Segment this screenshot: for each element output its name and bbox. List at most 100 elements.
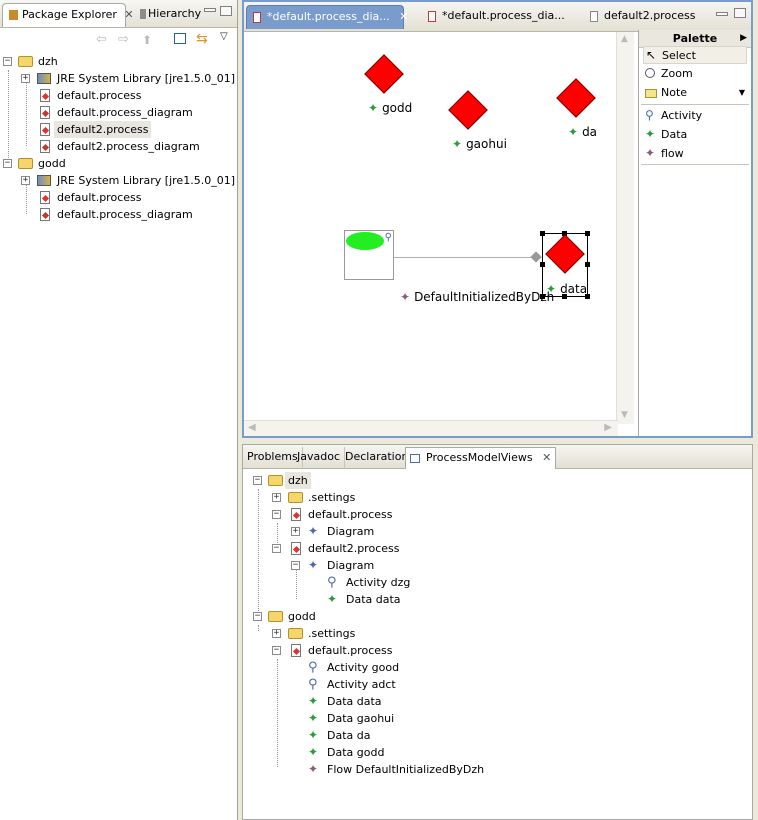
- collapse-icon[interactable]: −: [272, 646, 281, 655]
- collapse-icon[interactable]: −: [253, 612, 262, 621]
- data-node-label[interactable]: ✦ gaohui: [452, 137, 507, 151]
- tree-item-file[interactable]: − default2.process: [251, 540, 731, 557]
- editor-tabbar: *default.process_dia... ✕ *default.proce…: [244, 2, 751, 32]
- minimize-button[interactable]: [716, 12, 728, 16]
- note-icon: [645, 89, 657, 98]
- palette-activity-tool[interactable]: ⚲ Activity: [643, 107, 747, 125]
- data-icon: ✦: [452, 137, 463, 151]
- expand-icon[interactable]: +: [21, 176, 30, 185]
- library-icon: [37, 175, 51, 186]
- link-editor-icon[interactable]: ⇆: [196, 31, 208, 47]
- zoom-icon: [645, 68, 655, 78]
- palette-data-tool[interactable]: ✦ Data: [643, 126, 747, 144]
- tree-item-file[interactable]: − default.process: [251, 642, 731, 659]
- tab-hierarchy[interactable]: Hierarchy: [134, 3, 207, 27]
- tree-item-jre-library[interactable]: + JRE System Library [jre1.5.0_01]: [2, 70, 235, 87]
- close-icon[interactable]: ✕: [399, 10, 408, 23]
- forward-icon[interactable]: ⇨: [118, 32, 129, 47]
- collapse-all-icon[interactable]: [174, 33, 186, 44]
- close-icon[interactable]: ✕: [542, 451, 551, 464]
- tree-item-file[interactable]: − default.process: [251, 506, 731, 523]
- palette-flow-tool[interactable]: ✦ flow: [643, 145, 747, 163]
- tree-item-diagram[interactable]: + ✦ Diagram: [251, 523, 731, 540]
- tree-item-data[interactable]: ✦ Data godd: [251, 744, 731, 761]
- process-file-icon: [291, 508, 301, 521]
- vertical-scrollbar[interactable]: ▲ ▼: [616, 32, 634, 424]
- folder-icon: [288, 628, 303, 639]
- data-icon: ✦: [308, 711, 319, 725]
- data-node-diamond[interactable]: [448, 90, 488, 130]
- activity-node[interactable]: ⚲: [344, 230, 394, 280]
- tree-item-folder[interactable]: + .settings: [251, 625, 731, 642]
- collapse-icon[interactable]: −: [253, 476, 262, 485]
- tree-item-data[interactable]: ✦ Data gaohui: [251, 710, 731, 727]
- hierarchy-icon: [140, 9, 146, 19]
- tree-item-activity[interactable]: ⚲ Activity dzg: [251, 574, 731, 591]
- expand-icon[interactable]: +: [291, 527, 300, 536]
- flow-connection[interactable]: [394, 257, 540, 258]
- view-menu-icon[interactable]: ▽: [220, 31, 228, 42]
- flow-label[interactable]: ✦ DefaultInitializedByDzh: [400, 290, 554, 304]
- close-icon[interactable]: ✕: [124, 8, 133, 21]
- data-node-diamond[interactable]: [364, 54, 404, 94]
- editor-tab[interactable]: default2.process: [584, 5, 701, 29]
- collapse-icon[interactable]: −: [3, 57, 12, 66]
- maximize-button[interactable]: [220, 6, 232, 16]
- project-icon: [268, 611, 283, 622]
- editor-tab[interactable]: *default.process_dia...: [422, 5, 571, 29]
- expand-icon[interactable]: +: [272, 493, 281, 502]
- tab-declaration[interactable]: Declaration: [341, 447, 414, 469]
- tree-item-data[interactable]: ✦ Data data: [251, 693, 731, 710]
- tree-item-folder[interactable]: + .settings: [251, 489, 731, 506]
- view-icon: [410, 453, 420, 463]
- dropdown-icon[interactable]: ▼: [739, 84, 745, 102]
- tab-javadoc[interactable]: Javadoc: [293, 447, 345, 469]
- minimize-button[interactable]: [204, 8, 216, 12]
- maximize-button[interactable]: [734, 8, 746, 18]
- data-node-label[interactable]: ✦ da: [568, 125, 597, 139]
- tree-item-flow[interactable]: ✦ Flow DefaultInitializedByDzh: [251, 761, 731, 778]
- collapse-icon[interactable]: −: [291, 561, 300, 570]
- tree-item-activity[interactable]: ⚲ Activity good: [251, 659, 731, 676]
- tree-item-file[interactable]: default.process_diagram: [2, 104, 232, 121]
- tree-item-project-dzh[interactable]: − dzh: [2, 53, 232, 70]
- palette-note-tool[interactable]: Note ▼: [643, 84, 747, 102]
- tree-item-file[interactable]: default.process_diagram: [2, 206, 232, 223]
- expand-icon[interactable]: +: [272, 629, 281, 638]
- tree-item-project-godd[interactable]: − godd: [251, 608, 731, 625]
- editor-tab-active[interactable]: *default.process_dia... ✕: [246, 5, 408, 29]
- diagram-file-icon: [428, 10, 436, 22]
- tree-item-file[interactable]: default.process: [2, 189, 232, 206]
- palette-zoom-tool[interactable]: Zoom: [643, 65, 747, 83]
- tree-item-activity[interactable]: ⚲ Activity adct: [251, 676, 731, 693]
- up-icon[interactable]: ⬆: [142, 33, 152, 47]
- collapse-icon[interactable]: −: [3, 159, 12, 168]
- diagram-canvas[interactable]: ✦ godd ✦ gaohui ✦ da ⚲ ✦ data ✦ DefaultIni: [244, 32, 618, 424]
- process-file-icon: [40, 123, 50, 136]
- tree-item-file-selected[interactable]: default2.process: [2, 121, 232, 138]
- tree-item-data[interactable]: ✦ Data data: [251, 591, 731, 608]
- flow-icon: ✦: [400, 290, 411, 304]
- data-node-label[interactable]: ✦ godd: [368, 101, 412, 115]
- tree-item-project-dzh[interactable]: − dzh: [251, 472, 731, 489]
- tree-item-jre-library[interactable]: + JRE System Library [jre1.5.0_01]: [2, 172, 235, 189]
- tree-item-diagram[interactable]: − ✦ Diagram: [251, 557, 731, 574]
- horizontal-scrollbar[interactable]: ◀ ▶: [244, 420, 618, 436]
- diagram-file-icon: [40, 106, 50, 119]
- collapse-icon[interactable]: −: [272, 544, 281, 553]
- data-node-diamond[interactable]: [556, 78, 596, 118]
- tree-item-file[interactable]: default2.process_diagram: [2, 138, 232, 155]
- expand-icon[interactable]: +: [21, 74, 30, 83]
- tab-process-model-views[interactable]: ProcessModelViews ✕: [405, 447, 557, 469]
- project-icon: [268, 475, 283, 486]
- back-icon[interactable]: ⇦: [96, 32, 107, 47]
- data-icon: ✦: [308, 694, 319, 708]
- palette-collapse-icon[interactable]: ▶: [740, 30, 747, 47]
- tree-item-project-godd[interactable]: − godd: [2, 155, 232, 172]
- data-icon: ✦: [327, 592, 338, 606]
- tab-package-explorer[interactable]: Package Explorer ✕: [2, 3, 134, 27]
- collapse-icon[interactable]: −: [272, 510, 281, 519]
- palette-select-tool[interactable]: ↖ Select: [643, 46, 747, 64]
- tree-item-data[interactable]: ✦ Data da: [251, 727, 731, 744]
- tree-item-file[interactable]: default.process: [2, 87, 232, 104]
